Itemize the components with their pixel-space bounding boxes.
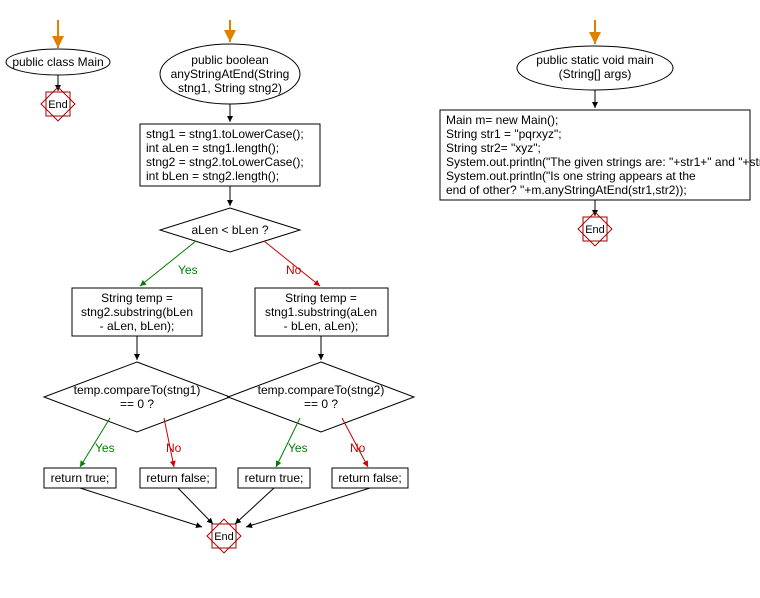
main-body-l4: System.out.println("The given strings ar… xyxy=(446,155,760,169)
edge xyxy=(178,488,213,524)
cmp1-l2: == 0 ? xyxy=(120,397,154,411)
main-body-l5: System.out.println("Is one string appear… xyxy=(446,169,696,183)
end-node-3: End xyxy=(578,212,612,246)
method-decl-l3: stng1, String stng2) xyxy=(178,81,282,95)
svg-text:End: End xyxy=(585,224,605,236)
end-node-1: End xyxy=(41,87,75,121)
main-body-l1: Main m= new Main(); xyxy=(446,113,558,127)
return-false-2: return false; xyxy=(338,471,401,485)
cmp2-l2: == 0 ? xyxy=(304,397,338,411)
no-label: No xyxy=(166,441,182,455)
yes-label: Yes xyxy=(95,441,115,455)
main-body-l3: String str2= "xyz"; xyxy=(446,141,541,155)
end-node-2: End xyxy=(207,519,241,553)
svg-text:End: End xyxy=(214,531,234,543)
init-l1: stng1 = stng1.toLowerCase(); xyxy=(146,127,304,141)
no-proc-l1: String temp = xyxy=(285,291,357,305)
no-label: No xyxy=(350,441,366,455)
no-proc-l2: stng1.substring(aLen xyxy=(265,305,377,319)
yes-proc-l3: - aLen, bLen); xyxy=(100,319,175,333)
init-l2: int aLen = stng1.length(); xyxy=(146,141,279,155)
yes-proc-l2: stng2.substring(bLen xyxy=(81,305,193,319)
no-proc-l3: - bLen, aLen); xyxy=(284,319,359,333)
return-true-1: return true; xyxy=(51,471,110,485)
yes-label: Yes xyxy=(288,441,308,455)
method-decl-l1: public boolean xyxy=(191,53,268,67)
return-true-2: return true; xyxy=(245,471,304,485)
init-l4: int bLen = stng2.length(); xyxy=(146,169,279,183)
svg-text:End: End xyxy=(48,99,68,111)
edge xyxy=(235,488,274,524)
main-decl-l2: (String[] args) xyxy=(559,67,632,81)
method-decl-l2: anyStringAtEnd(String xyxy=(171,67,290,81)
cmp1-l1: temp.compareTo(stng1) xyxy=(74,383,201,397)
init-l3: stng2 = stng2.toLowerCase(); xyxy=(146,155,304,169)
main-body-l6: end of other? "+m.anyStringAtEnd(str1,st… xyxy=(446,183,687,197)
len-decision-text: aLen < bLen ? xyxy=(191,223,268,237)
flowchart-canvas: public class Main End public boolean any… xyxy=(0,0,760,598)
yes-label: Yes xyxy=(178,263,198,277)
cmp2-l1: temp.compareTo(stng2) xyxy=(258,383,385,397)
main-decl-l1: public static void main xyxy=(536,53,653,67)
main-body-l2: String str1 = "pqrxyz"; xyxy=(446,127,562,141)
class-decl-text: public class Main xyxy=(12,55,103,69)
return-false-1: return false; xyxy=(146,471,209,485)
yes-proc-l1: String temp = xyxy=(101,291,173,305)
no-label: No xyxy=(286,263,302,277)
edge xyxy=(246,488,370,527)
